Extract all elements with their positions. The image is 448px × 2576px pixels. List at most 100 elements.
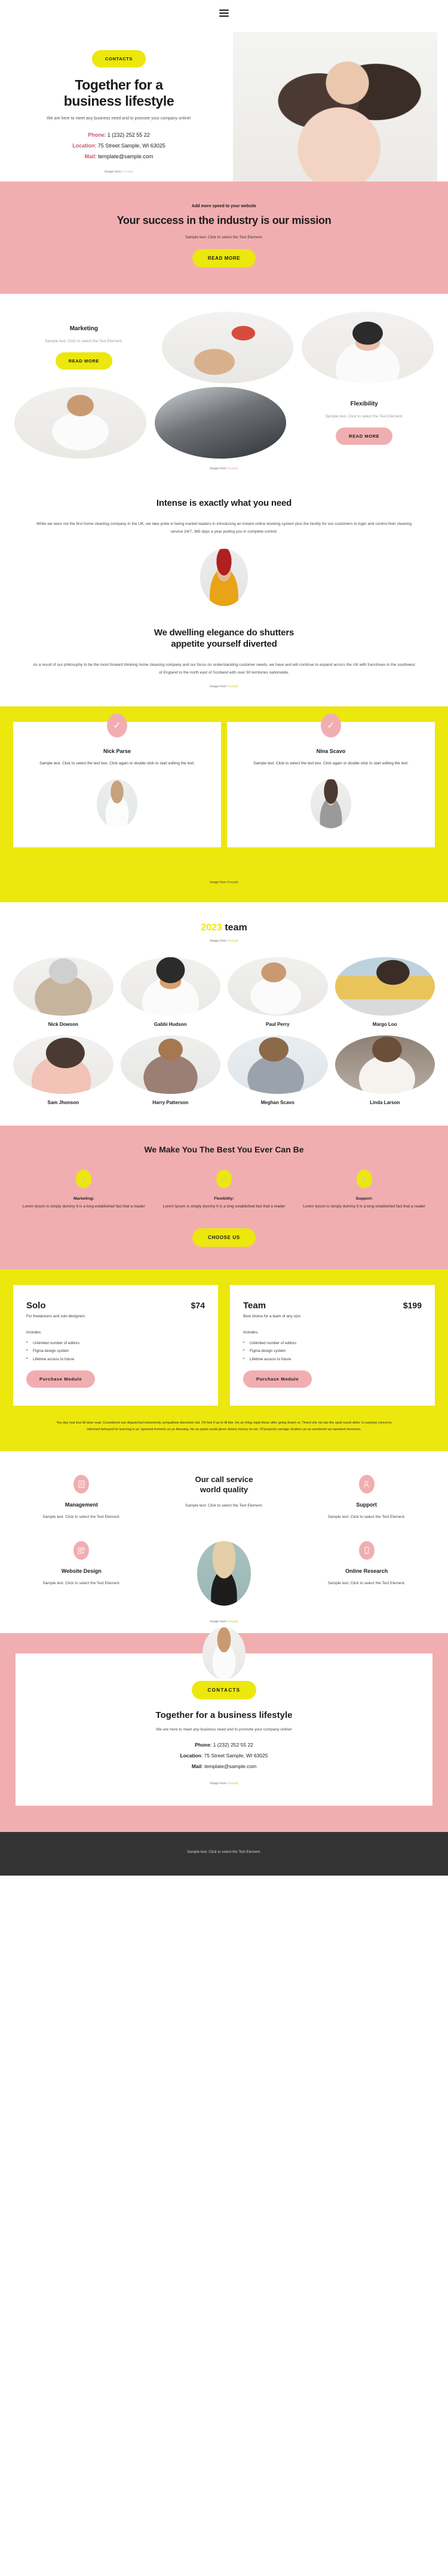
team-section: 2023 team Image from Freepik Nick Dowson… — [0, 902, 448, 1126]
best-you-column: ✓ Marketing: Lorem Ipsum is simply dummy… — [18, 1170, 150, 1210]
dwelling-image-credit: Image from Freepik — [32, 685, 416, 688]
dwelling-title: We dwelling elegance do shutters appetit… — [32, 628, 416, 650]
testimonial-card: ✓ Nina Scavo Sample text. Click to selec… — [227, 714, 435, 847]
team-member-photo — [13, 957, 113, 1016]
team-title-year: 2023 — [201, 923, 222, 933]
team-member[interactable]: Paul Perry — [228, 957, 328, 1027]
team-title: 2023 team — [13, 923, 435, 933]
pricing-feature-item: Unlimited number of editors — [26, 1339, 205, 1347]
dwelling-title-line2: appetite yourself diverted — [171, 638, 277, 649]
team-member-photo — [120, 1035, 220, 1094]
services-center-photo — [197, 1541, 251, 1606]
testimonials-image-credit: Image from Freepik — [13, 881, 435, 884]
team-member[interactable]: Meghan Scavo — [228, 1035, 328, 1105]
service-title: Support — [356, 1502, 377, 1508]
feature-image-woman-beanie — [302, 312, 434, 383]
testimonial-text: Sample text. Click to select the text bo… — [253, 761, 409, 766]
team-member-name: Meghan Scavo — [260, 1100, 294, 1105]
feature-flexibility-text: Flexibility Sample text. Click to select… — [294, 401, 434, 445]
team-member[interactable]: Linda Larson — [335, 1035, 435, 1105]
testimonials-credit-link[interactable]: Freepik — [228, 881, 238, 884]
team-member[interactable]: Gabbi Hudson — [120, 957, 220, 1027]
services-center-title-line1: Our call service — [195, 1475, 253, 1484]
hamburger-menu-icon[interactable] — [219, 10, 229, 17]
purchase-module-button[interactable]: Purchase Module — [243, 1370, 312, 1388]
hero-photo — [233, 32, 437, 182]
dwelling-credit-prefix: Image from — [210, 685, 226, 688]
pricing-fineprint: You day real less till dear read. Consid… — [56, 1421, 392, 1432]
footer-cta-card: CONTACTS Together for a business lifesty… — [16, 1627, 432, 1806]
service-management: Management Sample text. Click to select … — [13, 1475, 150, 1521]
intense-title: Intense is exactly what you need — [156, 498, 292, 508]
intense-section: Intense is exactly what you need While w… — [0, 477, 448, 612]
feature-marketing-read-more-button[interactable]: READ MORE — [55, 352, 112, 370]
hero-phone-line: Phone: 1 (232) 252 55 22 — [13, 130, 225, 140]
pricing-card-header: Solo $74 — [26, 1301, 205, 1311]
service-title: Management — [65, 1502, 98, 1508]
dwelling-section: We dwelling elegance do shutters appetit… — [0, 612, 448, 706]
pricing-feature-item: Lifetime access to future — [243, 1355, 422, 1363]
choose-us-button[interactable]: CHOOSE US — [192, 1228, 256, 1247]
team-member[interactable]: Nick Dowson — [13, 957, 113, 1027]
hero-contacts-button[interactable]: CONTACTS — [92, 50, 146, 67]
service-text: Sample text. Click to select the Text El… — [42, 1581, 121, 1586]
services-center-title: Our call service world quality — [156, 1475, 293, 1495]
footer-location-value: : 75 Street Sample, WI 63025 — [201, 1753, 268, 1759]
feature-flexibility-read-more-button[interactable]: READ MORE — [336, 427, 393, 445]
team-member-name: Nick Dowson — [48, 1022, 78, 1027]
pricing-includes-label: Includes: — [26, 1330, 42, 1335]
dwelling-credit-link[interactable]: Freepik — [228, 685, 238, 688]
hero-location-value: : 75 Street Sample, WI 63025 — [94, 143, 165, 149]
dwelling-body: As a result of our philosophy to be the … — [33, 662, 415, 675]
pricing-feature-list: Unlimited number of editors Figma design… — [243, 1339, 422, 1363]
purchase-module-button[interactable]: Purchase Module — [26, 1370, 96, 1388]
footer-mail-value[interactable]: : template@sample.com — [201, 1763, 256, 1769]
team-member-name: Paul Perry — [265, 1022, 290, 1027]
hero-mail-value[interactable]: : template@sample.com — [95, 153, 153, 159]
team-member-name: Harry Patterson — [152, 1100, 189, 1105]
footer-contacts-button[interactable]: CONTACTS — [192, 1681, 256, 1700]
service-text: Sample text. Click to select the Text El… — [327, 1581, 406, 1586]
testimonials-section: ✓ Nick Parse Sample text. Click to selec… — [0, 706, 448, 902]
testimonial-card: ✓ Nick Parse Sample text. Click to selec… — [13, 714, 221, 847]
hero-phone-value[interactable]: : 1 (232) 252 55 22 — [105, 132, 150, 138]
mission-read-more-button[interactable]: READ MORE — [192, 249, 256, 268]
pricing-plan-subtitle: For freelancers and solo designers — [26, 1314, 85, 1319]
check-icon: ✓ — [107, 714, 127, 737]
best-you-section: We Make You The Best You Ever Can Be ✓ M… — [0, 1126, 448, 1270]
intense-portrait — [200, 549, 248, 607]
footer-mail-label: Mail — [191, 1763, 202, 1769]
feature-marketing-text: Marketing Sample text. Click to select t… — [14, 325, 154, 370]
pricing-feature-list: Unlimited number of editors Figma design… — [26, 1339, 205, 1363]
hero-credit-link[interactable]: Freepik — [122, 170, 133, 174]
services-credit-link[interactable]: Freepik — [228, 1620, 238, 1624]
team-member-name: Linda Larson — [370, 1100, 400, 1105]
pricing-plan-price: $199 — [403, 1301, 422, 1311]
features-credit-link[interactable]: Freepik — [228, 467, 238, 471]
testimonial-name: Nick Parse — [103, 748, 131, 754]
mission-title: Your success in the industry is our miss… — [116, 214, 332, 226]
best-you-text: Lorem Ipsum is simply dummy It is a long… — [162, 1204, 286, 1209]
mission-section: Add more speed to your website Your succ… — [0, 182, 448, 294]
pricing-row: Solo $74 For freelancers and solo design… — [13, 1285, 435, 1406]
team-member[interactable]: Sam Jhonson — [13, 1035, 113, 1105]
features-credit-prefix: Image from — [210, 467, 226, 471]
feature-flexibility-body: Sample text. Click to select the Text El… — [325, 414, 403, 419]
footer-phone-value[interactable]: : 1 (232) 252 55 22 — [210, 1742, 253, 1748]
check-icon: ✓ — [76, 1170, 92, 1188]
footer-credit-link[interactable]: Freepik — [228, 1782, 238, 1785]
feature-row-marketing: Marketing Sample text. Click to select t… — [14, 312, 434, 383]
footer-location-line: Location: 75 Street Sample, WI 63025 — [39, 1751, 409, 1762]
team-credit-link[interactable]: Freepik — [228, 939, 238, 943]
best-you-title: We Make You The Best You Ever Can Be — [144, 1145, 304, 1154]
person-icon — [358, 1475, 375, 1494]
footer-mail-line: Mail: template@sample.com — [39, 1762, 409, 1772]
team-member[interactable]: Harry Patterson — [120, 1035, 220, 1105]
service-title: Online Research — [345, 1568, 388, 1575]
best-you-column: ✓ Support: Lorem Ipsum is simply dummy I… — [298, 1170, 430, 1210]
team-member[interactable]: Margo Loo — [335, 957, 435, 1027]
bottom-bar-text: Sample text. Click to select the Text El… — [187, 1849, 261, 1854]
intense-body: While we were not the first home cleanin… — [36, 521, 412, 534]
team-member-photo — [13, 1035, 113, 1094]
services-credit-prefix: Image from — [210, 1620, 226, 1624]
